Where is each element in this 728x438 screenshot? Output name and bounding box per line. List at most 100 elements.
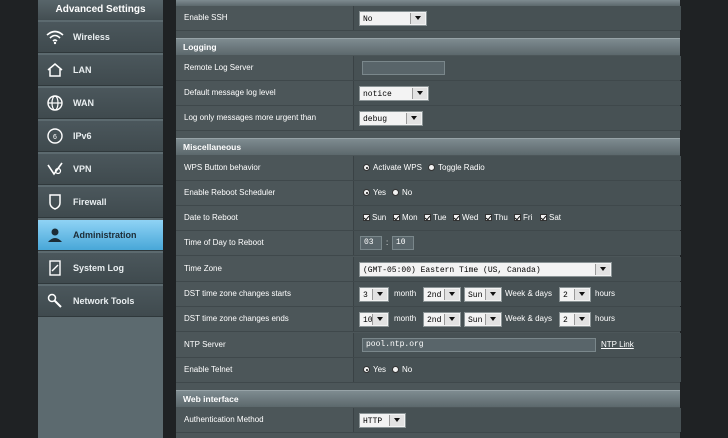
row-label: Default message log level xyxy=(176,81,353,105)
row-label: Time of Day to Reboot xyxy=(176,231,353,255)
telnet-yes-radio[interactable] xyxy=(363,366,370,373)
ntp-server-input[interactable]: pool.ntp.org xyxy=(362,338,596,352)
settings-panel: Enable SSH No Logging Remote Log Server … xyxy=(176,0,681,438)
section-header-logging: Logging xyxy=(176,38,680,55)
select-value: No xyxy=(363,15,373,24)
row-label: DST time zone changes starts xyxy=(176,282,353,306)
day-label: Tue xyxy=(433,213,447,222)
select-value: 2nd xyxy=(427,291,442,300)
chevron-down-icon xyxy=(372,289,387,300)
dst-start-week-select[interactable]: 2nd xyxy=(423,287,461,302)
reboot-no-radio[interactable] xyxy=(392,189,399,196)
row-label: Time Zone xyxy=(176,257,353,281)
chevron-down-icon xyxy=(485,289,500,300)
left-margin xyxy=(0,0,38,438)
month-label: month xyxy=(394,289,417,298)
sidebar-item-administration[interactable]: Administration xyxy=(38,220,163,251)
telnet-no-radio[interactable] xyxy=(392,366,399,373)
day-label: Fri xyxy=(523,213,533,222)
day-tue-checkbox[interactable] xyxy=(424,214,431,221)
ssh-select[interactable]: No xyxy=(359,11,427,26)
dst-end-hours-select[interactable]: 2 xyxy=(559,312,591,327)
row-wps-button: WPS Button behavior Activate WPS Toggle … xyxy=(176,156,681,181)
row-label: Enable Telnet xyxy=(176,358,353,382)
home-icon xyxy=(45,60,65,80)
month-label: month xyxy=(394,314,417,323)
ipv6-icon: 6 xyxy=(45,126,65,146)
dst-end-month-select[interactable]: 10 xyxy=(359,312,389,327)
chevron-down-icon xyxy=(444,314,459,325)
sidebar-item-lan[interactable]: LAN xyxy=(38,55,163,86)
day-fri-checkbox[interactable] xyxy=(514,214,521,221)
day-sun-checkbox[interactable] xyxy=(363,214,370,221)
chevron-down-icon xyxy=(444,289,459,300)
sidebar-item-firewall[interactable]: Firewall xyxy=(38,187,163,218)
chevron-down-icon xyxy=(595,264,610,275)
user-icon xyxy=(45,225,65,245)
chevron-down-icon xyxy=(574,314,589,325)
time-zone-select[interactable]: (GMT-05:00) Eastern Time (US, Canada) xyxy=(359,262,612,277)
row-ntp-server: NTP Server pool.ntp.org NTP Link xyxy=(176,333,681,358)
wps-activate-radio[interactable] xyxy=(363,164,370,171)
ntp-link[interactable]: NTP Link xyxy=(601,333,634,357)
dst-start-month-select[interactable]: 3 xyxy=(359,287,389,302)
chevron-down-icon xyxy=(574,289,589,300)
reboot-minute-input[interactable]: 10 xyxy=(392,236,414,250)
dst-start-hours-select[interactable]: 2 xyxy=(559,287,591,302)
sidebar-item-wireless[interactable]: Wireless xyxy=(38,22,163,53)
day-wed-checkbox[interactable] xyxy=(453,214,460,221)
dst-end-day-select[interactable]: Sun xyxy=(464,312,502,327)
day-label: Sat xyxy=(549,213,562,222)
log-icon xyxy=(45,258,65,278)
sidebar-item-wan[interactable]: WAN xyxy=(38,88,163,119)
dst-end-week-select[interactable]: 2nd xyxy=(423,312,461,327)
row-label: Date to Reboot xyxy=(176,206,353,230)
select-value: notice xyxy=(363,90,392,99)
sidebar-item-label: WAN xyxy=(73,98,94,108)
day-mon-checkbox[interactable] xyxy=(393,214,400,221)
row-label: Authentication Method xyxy=(176,408,353,432)
reboot-hour-input[interactable]: 03 xyxy=(360,236,382,250)
radio-label: Toggle Radio xyxy=(438,163,485,172)
section-header-web-interface: Web interface xyxy=(176,390,680,407)
tools-icon xyxy=(45,291,65,311)
urgent-log-level-select[interactable]: debug xyxy=(359,111,423,126)
time-separator: : xyxy=(386,238,389,247)
row-default-log-level: Default message log level notice xyxy=(176,81,681,106)
sidebar-item-label: Wireless xyxy=(73,32,110,42)
row-authentication-method: Authentication Method HTTP xyxy=(176,408,681,433)
week-days-label: Week & days xyxy=(505,314,552,323)
day-sat-checkbox[interactable] xyxy=(540,214,547,221)
sidebar-item-system-log[interactable]: System Log xyxy=(38,253,163,284)
svg-text:6: 6 xyxy=(53,134,57,141)
wps-toggle-radio[interactable] xyxy=(428,164,435,171)
vpn-icon xyxy=(45,159,65,179)
row-label: Log only messages more urgent than xyxy=(176,106,353,130)
default-log-level-select[interactable]: notice xyxy=(359,86,429,101)
right-margin xyxy=(680,0,728,438)
week-days-label: Week & days xyxy=(505,289,552,298)
row-enable-telnet: Enable Telnet Yes No xyxy=(176,358,681,383)
row-dst-end: DST time zone changes ends 10 month 2nd … xyxy=(176,307,681,332)
row-label: Enable SSH xyxy=(176,6,353,30)
day-thu-checkbox[interactable] xyxy=(485,214,492,221)
sidebar-item-vpn[interactable]: VPN xyxy=(38,154,163,185)
sidebar-item-network-tools[interactable]: Network Tools xyxy=(38,286,163,317)
select-value: HTTP xyxy=(363,417,383,426)
row-urgent-log-level: Log only messages more urgent than debug xyxy=(176,106,681,131)
day-label: Sun xyxy=(372,213,387,222)
sidebar: Advanced Settings Wireless LAN WAN 6 IPv… xyxy=(38,0,163,438)
select-value: (GMT-05:00) Eastern Time (US, Canada) xyxy=(363,266,541,275)
auth-method-select[interactable]: HTTP xyxy=(359,413,406,428)
sidebar-item-label: IPv6 xyxy=(73,131,92,141)
sidebar-item-label: Administration xyxy=(73,230,137,240)
radio-label: No xyxy=(402,188,413,197)
reboot-yes-radio[interactable] xyxy=(363,189,370,196)
dst-start-day-select[interactable]: Sun xyxy=(464,287,502,302)
row-dst-start: DST time zone changes starts 3 month 2nd… xyxy=(176,282,681,307)
remote-log-server-input[interactable] xyxy=(362,61,445,75)
day-label: Wed xyxy=(462,213,479,222)
sidebar-item-ipv6[interactable]: 6 IPv6 xyxy=(38,121,163,152)
row-label: Remote Log Server xyxy=(176,56,353,80)
day-label: Thu xyxy=(494,213,508,222)
